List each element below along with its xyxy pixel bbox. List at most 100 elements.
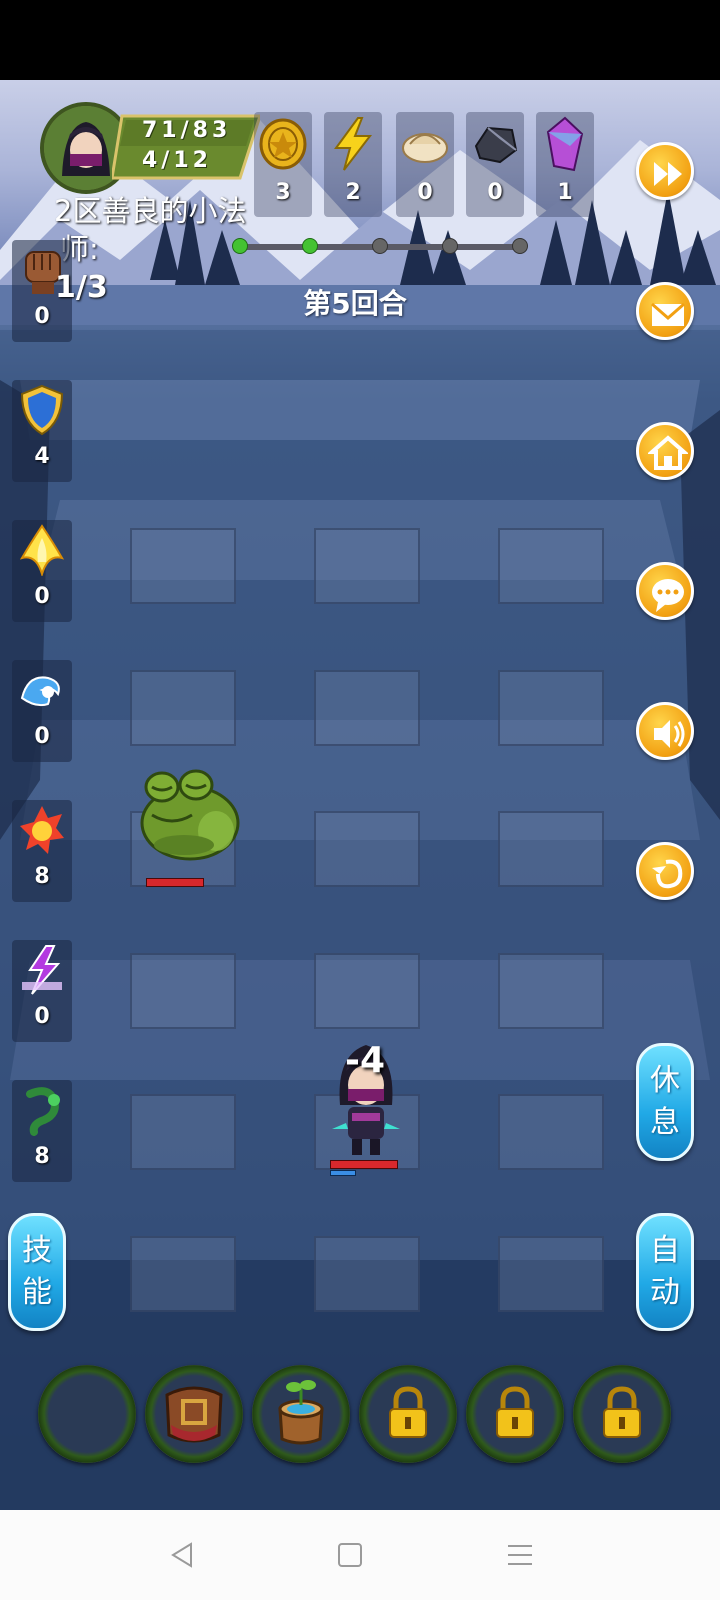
system-nav-bar: [0, 1510, 720, 1600]
progress-dot: [512, 238, 528, 254]
back-triangle-icon: [171, 1542, 192, 1568]
home-square-icon: [338, 1543, 362, 1567]
buff-fist-count: 0: [34, 304, 50, 329]
skill-button[interactable]: 技能: [8, 1213, 66, 1331]
grid-cell[interactable]: [130, 670, 236, 746]
skill-slot-empty[interactable]: [38, 1365, 136, 1463]
dumpling-icon: [402, 133, 448, 163]
buff-holy-flame[interactable]: 0: [12, 520, 72, 622]
grid-cell[interactable]: [314, 528, 420, 604]
back-nav-button[interactable]: [152, 1530, 212, 1580]
buff-shield-count: 4: [34, 444, 50, 469]
player-stats-panel: 71/83 4/12: [112, 114, 260, 180]
grid-cell[interactable]: [498, 670, 604, 746]
rest-button[interactable]: 休息: [636, 1043, 694, 1161]
fast-forward-icon: [654, 162, 682, 186]
resource-lightning-count: 2: [345, 180, 361, 205]
skill-slot-sprout[interactable]: [252, 1365, 350, 1463]
sprout-stump-icon: [278, 1380, 324, 1445]
home-icon: [648, 435, 688, 470]
lock-icon: [603, 1386, 641, 1438]
resource-dumpling[interactable]: 0: [396, 112, 454, 217]
skill-slot-locked[interactable]: [359, 1365, 457, 1463]
buff-lightning-curse[interactable]: 0: [12, 940, 72, 1042]
grid-cell[interactable]: [498, 953, 604, 1029]
menu-lines-icon: [508, 1545, 532, 1565]
home-button[interactable]: [636, 422, 694, 480]
mail-button[interactable]: [636, 282, 694, 340]
buff-holy-flame-count: 0: [34, 584, 50, 609]
grid-cell[interactable]: [498, 811, 604, 887]
grid-cell[interactable]: [498, 1236, 604, 1312]
skill-slot-locked[interactable]: [573, 1365, 671, 1463]
poison-hook-icon: [26, 1087, 60, 1136]
grid-cell[interactable]: [130, 1236, 236, 1312]
resource-crystal-count: 1: [557, 180, 573, 205]
fast-forward-button[interactable]: [636, 142, 694, 200]
grid-cell[interactable]: [498, 1094, 604, 1170]
buff-fire-count: 8: [34, 864, 50, 889]
leather-belt-icon: [165, 1386, 223, 1443]
return-button[interactable]: [636, 842, 694, 900]
skill-slot-locked[interactable]: [466, 1365, 564, 1463]
resource-dumpling-count: 0: [417, 180, 433, 205]
sound-icon: [654, 720, 685, 748]
grid-cell[interactable]: [314, 811, 420, 887]
buff-shield[interactable]: 4: [12, 380, 72, 482]
grid-cell[interactable]: [130, 528, 236, 604]
damage-number: -4: [345, 1040, 385, 1081]
ore-icon: [474, 126, 518, 164]
frog-health-bar: [146, 878, 204, 887]
crystal-icon: [546, 116, 584, 172]
menu-nav-button[interactable]: [490, 1530, 550, 1580]
resource-crystal[interactable]: 1: [536, 112, 594, 217]
return-icon: [652, 859, 683, 889]
mail-icon: [651, 302, 685, 326]
buff-lightning-curse-count: 0: [34, 1004, 50, 1029]
skill-slot-belt[interactable]: [145, 1365, 243, 1463]
chat-button[interactable]: [636, 562, 694, 620]
fire-burst-icon: [20, 806, 64, 854]
buff-water-count: 0: [34, 724, 50, 749]
lock-icon: [496, 1386, 534, 1438]
hero-health-bar: [330, 1160, 398, 1169]
game-screen: 71/83 4/12 3 2 0 0 1 2区善良的小法 师: 第5回合 0 1…: [0, 80, 720, 1510]
buff-fire[interactable]: 8: [12, 800, 72, 902]
lightning-icon: [334, 117, 373, 171]
stage-progress: [232, 238, 528, 254]
chat-icon: [652, 579, 684, 612]
player-name: 2区善良的小法: [54, 194, 247, 228]
resource-lightning[interactable]: 2: [324, 112, 382, 217]
home-nav-button[interactable]: [320, 1530, 380, 1580]
round-label: 第5回合: [303, 287, 407, 320]
grid-cell[interactable]: [130, 953, 236, 1029]
grid-cell[interactable]: [498, 528, 604, 604]
auto-button[interactable]: 自动: [636, 1213, 694, 1331]
progress-dot: [372, 238, 388, 254]
holy-flame-icon: [19, 524, 65, 576]
grid-cell[interactable]: [314, 670, 420, 746]
progress-dot: [302, 238, 318, 254]
attack-count: 1/3: [55, 270, 108, 305]
mp-value: 4/12: [142, 148, 212, 173]
resource-gold-count: 3: [275, 180, 291, 205]
resource-ore-count: 0: [487, 180, 503, 205]
resource-gold[interactable]: 3: [254, 112, 312, 217]
progress-dot: [442, 238, 458, 254]
buff-poison-count: 8: [34, 1144, 50, 1169]
buff-water[interactable]: 0: [12, 660, 72, 762]
status-bar: [0, 0, 720, 80]
grid-cell[interactable]: [314, 1236, 420, 1312]
buff-poison[interactable]: 8: [12, 1080, 72, 1182]
resource-ore[interactable]: 0: [466, 112, 524, 217]
frog-enemy[interactable]: [132, 765, 242, 865]
sound-button[interactable]: [636, 702, 694, 760]
hero-mana-bar: [330, 1170, 356, 1176]
hp-value: 71/83: [142, 118, 232, 143]
grid-cell[interactable]: [314, 953, 420, 1029]
water-wave-icon: [20, 676, 60, 707]
grid-cell[interactable]: [130, 1094, 236, 1170]
progress-dot: [232, 238, 248, 254]
lock-icon: [389, 1386, 427, 1438]
shield-icon: [20, 384, 64, 436]
